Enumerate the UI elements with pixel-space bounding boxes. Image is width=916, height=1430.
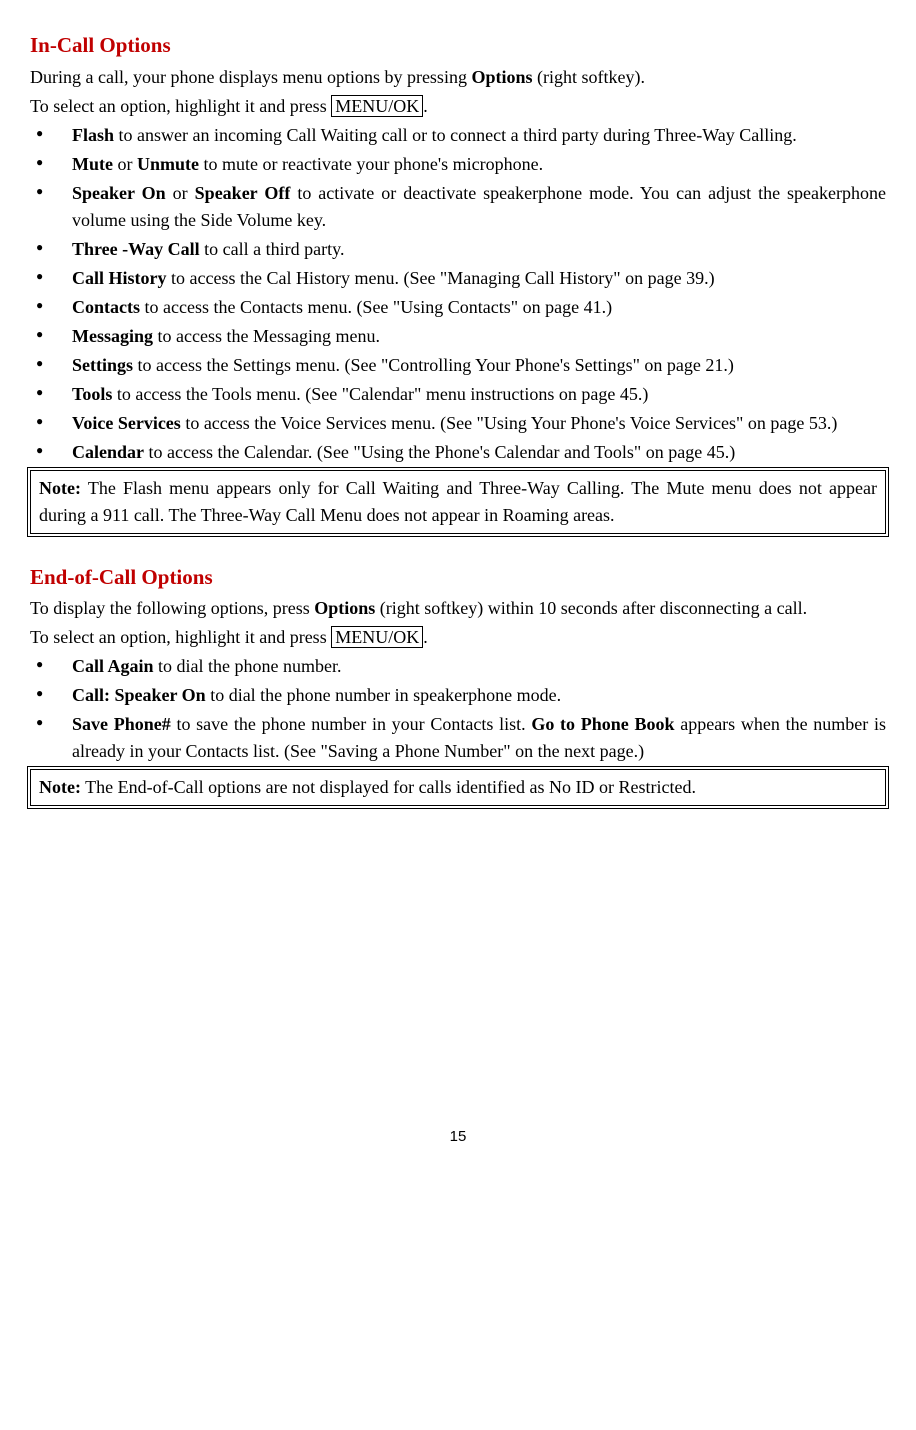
note-label: Note: xyxy=(39,777,81,797)
option-desc: to answer an incoming Call Waiting call … xyxy=(114,125,797,145)
list-item: Call History to access the Cal History m… xyxy=(30,265,886,292)
option-name: Three -Way Call xyxy=(72,239,200,259)
text: To select an option, highlight it and pr… xyxy=(30,627,331,647)
text: . xyxy=(423,96,428,116)
note-label: Note: xyxy=(39,478,81,498)
list-item: Call: Speaker On to dial the phone numbe… xyxy=(30,682,886,709)
options-label: Options xyxy=(314,598,375,618)
option-name-alt: Go to Phone Book xyxy=(531,714,674,734)
page-number: 15 xyxy=(30,1126,886,1149)
option-name: Settings xyxy=(72,355,133,375)
option-name: Voice Services xyxy=(72,413,181,433)
option-desc: to access the Voice Services menu. (See … xyxy=(181,413,838,433)
text: To display the following options, press xyxy=(30,598,314,618)
list-item: Flash to answer an incoming Call Waiting… xyxy=(30,122,886,149)
endcall-options-list: Call Again to dial the phone number. Cal… xyxy=(30,653,886,765)
option-desc: to dial the phone number. xyxy=(154,656,342,676)
endcall-note-box: Note: The End-of-Call options are not di… xyxy=(30,769,886,806)
option-name: Call: Speaker On xyxy=(72,685,206,705)
list-item: Call Again to dial the phone number. xyxy=(30,653,886,680)
text: During a call, your phone displays menu … xyxy=(30,67,471,87)
option-name: Save Phone# xyxy=(72,714,171,734)
text: . xyxy=(423,627,428,647)
text: or xyxy=(113,154,137,174)
option-desc: to mute or reactivate your phone's micro… xyxy=(199,154,543,174)
incall-note-box: Note: The Flash menu appears only for Ca… xyxy=(30,470,886,534)
option-desc: to access the Messaging menu. xyxy=(153,326,380,346)
text: (right softkey). xyxy=(532,67,644,87)
note-text: The Flash menu appears only for Call Wai… xyxy=(39,478,877,525)
option-desc: to access the Settings menu. (See "Contr… xyxy=(133,355,734,375)
section-heading-endcall: End-of-Call Options xyxy=(30,562,886,594)
text: or xyxy=(166,183,195,203)
menu-ok-key: MENU/OK xyxy=(331,95,423,117)
list-item: Messaging to access the Messaging menu. xyxy=(30,323,886,350)
option-name-alt: Speaker Off xyxy=(195,183,291,203)
endcall-intro-1: To display the following options, press … xyxy=(30,595,886,622)
option-name: Call History xyxy=(72,268,167,288)
endcall-intro-2: To select an option, highlight it and pr… xyxy=(30,624,886,651)
option-desc: to access the Calendar. (See "Using the … xyxy=(144,442,735,462)
menu-ok-key: MENU/OK xyxy=(331,626,423,648)
option-desc: to dial the phone number in speakerphone… xyxy=(206,685,561,705)
option-name: Calendar xyxy=(72,442,144,462)
text: (right softkey) within 10 seconds after … xyxy=(375,598,807,618)
option-name: Mute xyxy=(72,154,113,174)
option-desc: to save the phone number in your Contact… xyxy=(171,714,532,734)
options-label: Options xyxy=(471,67,532,87)
option-desc: to access the Cal History menu. (See "Ma… xyxy=(167,268,715,288)
option-name: Call Again xyxy=(72,656,154,676)
option-name: Tools xyxy=(72,384,112,404)
list-item: Three -Way Call to call a third party. xyxy=(30,236,886,263)
list-item: Calendar to access the Calendar. (See "U… xyxy=(30,439,886,466)
list-item: Contacts to access the Contacts menu. (S… xyxy=(30,294,886,321)
option-name: Messaging xyxy=(72,326,153,346)
option-name: Contacts xyxy=(72,297,140,317)
note-text: The End-of-Call options are not displaye… xyxy=(81,777,696,797)
option-desc: to access the Contacts menu. (See "Using… xyxy=(140,297,612,317)
option-name-alt: Unmute xyxy=(137,154,199,174)
list-item: Mute or Unmute to mute or reactivate you… xyxy=(30,151,886,178)
option-desc: to access the Tools menu. (See "Calendar… xyxy=(112,384,648,404)
list-item: Voice Services to access the Voice Servi… xyxy=(30,410,886,437)
option-name: Flash xyxy=(72,125,114,145)
incall-intro-1: During a call, your phone displays menu … xyxy=(30,64,886,91)
list-item: Speaker On or Speaker Off to activate or… xyxy=(30,180,886,234)
section-heading-incall: In-Call Options xyxy=(30,30,886,62)
list-item: Settings to access the Settings menu. (S… xyxy=(30,352,886,379)
option-name: Speaker On xyxy=(72,183,166,203)
incall-options-list: Flash to answer an incoming Call Waiting… xyxy=(30,122,886,466)
incall-intro-2: To select an option, highlight it and pr… xyxy=(30,93,886,120)
text: To select an option, highlight it and pr… xyxy=(30,96,331,116)
list-item: Save Phone# to save the phone number in … xyxy=(30,711,886,765)
list-item: Tools to access the Tools menu. (See "Ca… xyxy=(30,381,886,408)
option-desc: to call a third party. xyxy=(200,239,345,259)
